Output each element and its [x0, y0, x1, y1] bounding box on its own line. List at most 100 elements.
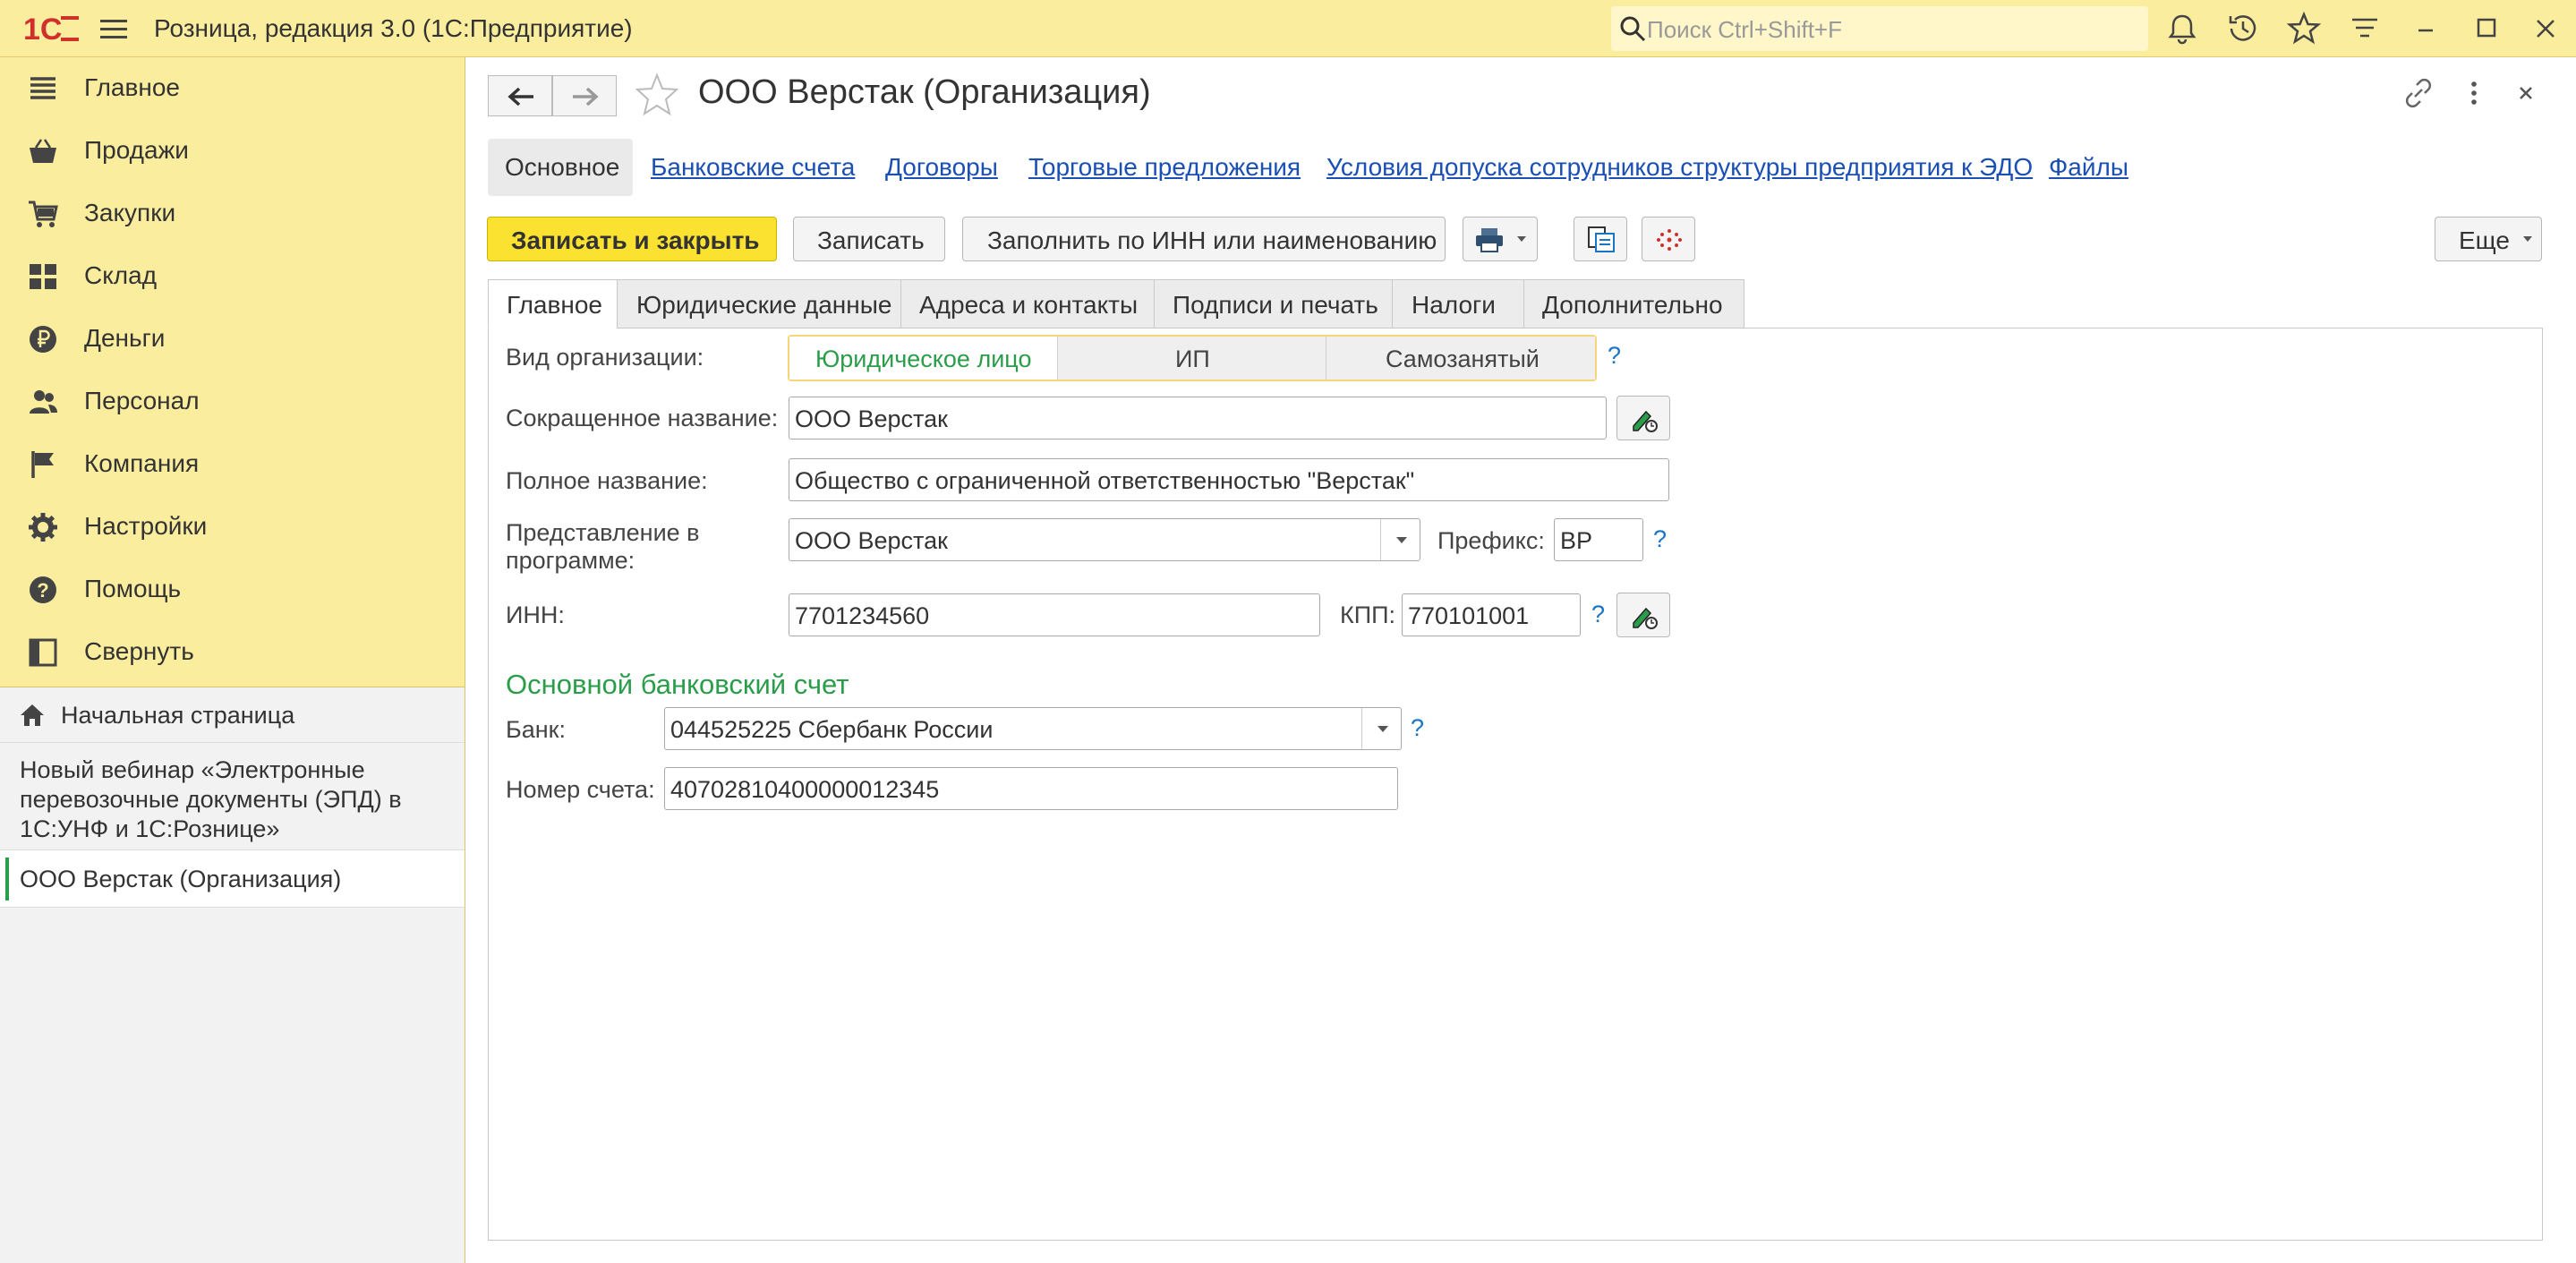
- tab-label: Главное: [507, 291, 602, 319]
- short-name-label: Сокращенное название:: [506, 405, 779, 431]
- tab-legal-data[interactable]: Юридические данные: [617, 279, 901, 329]
- bank-label: Банк:: [506, 716, 566, 743]
- search-icon: [1620, 16, 1646, 42]
- structure-button[interactable]: [1642, 217, 1695, 261]
- edit-history-icon: [1633, 607, 1658, 629]
- display-label: Представление в программе:: [506, 519, 700, 574]
- sidebar-item-label: Настройки: [84, 512, 208, 540]
- kpp-input[interactable]: 770101001: [1402, 593, 1581, 636]
- org-type-ip[interactable]: ИП: [1058, 337, 1326, 380]
- fill-by-inn-label: Заполнить по ИНН или наименованию: [987, 226, 1437, 254]
- bank-help[interactable]: ?: [1411, 714, 1424, 742]
- basket-icon: [30, 139, 56, 163]
- link-icon[interactable]: [2399, 73, 2438, 113]
- tab-additional[interactable]: Дополнительно: [1523, 279, 1744, 329]
- sidebar-item-help[interactable]: ? Помощь: [0, 559, 465, 621]
- open-window-home[interactable]: Начальная страница: [0, 687, 465, 743]
- close-form-icon[interactable]: [2506, 73, 2546, 113]
- prefix-value: ВР: [1560, 527, 1593, 554]
- org-type-selector: Юридическое лицо ИП Самозанятый: [788, 335, 1597, 381]
- section-main[interactable]: Основное: [488, 139, 633, 196]
- short-name-value: ООО Верстак: [795, 405, 948, 432]
- sidebar-item-company[interactable]: Компания: [0, 433, 465, 496]
- open-window-current[interactable]: ООО Верстак (Организация): [0, 850, 465, 908]
- save-and-close-button[interactable]: Записать и закрыть: [487, 217, 777, 261]
- section-edo-access-link[interactable]: Условия допуска сотрудников структуры пр…: [1326, 153, 2033, 182]
- sidebar-item-collapse[interactable]: Свернуть: [0, 621, 465, 684]
- minimize-icon[interactable]: [2406, 9, 2445, 48]
- full-name-input[interactable]: Общество с ограниченной ответственностью…: [789, 458, 1669, 501]
- tab-signatures[interactable]: Подписи и печать: [1154, 279, 1393, 329]
- short-name-input[interactable]: ООО Верстак: [789, 397, 1607, 439]
- search-input[interactable]: Поиск Ctrl+Shift+F: [1611, 6, 2148, 51]
- favorite-star-icon[interactable]: [634, 72, 680, 118]
- chevron-down-icon[interactable]: [1361, 708, 1401, 749]
- more-label: Еще: [2459, 226, 2510, 254]
- maximize-icon[interactable]: [2467, 9, 2506, 48]
- close-icon[interactable]: [2526, 9, 2565, 48]
- org-type-self-employed[interactable]: Самозанятый: [1326, 337, 1595, 380]
- main-menu-icon[interactable]: [98, 13, 131, 45]
- account-value: 40702810400000012345: [670, 776, 940, 803]
- svg-text:1С: 1С: [23, 13, 62, 47]
- sidebar-item-settings[interactable]: Настройки: [0, 496, 465, 559]
- sidebar-item-label: Деньги: [84, 324, 166, 352]
- kpp-edit-button[interactable]: [1616, 593, 1670, 637]
- tab-taxes[interactable]: Налоги: [1392, 279, 1524, 329]
- sidebar-item-main[interactable]: Главное: [0, 57, 465, 120]
- tab-label: Адреса и контакты: [919, 291, 1139, 319]
- help-icon: ?: [30, 576, 56, 603]
- section-files-link[interactable]: Файлы: [2049, 153, 2128, 182]
- more-button[interactable]: Еще: [2435, 217, 2542, 261]
- print-button[interactable]: [1463, 217, 1538, 261]
- tab-label: Юридические данные: [636, 291, 892, 319]
- printer-icon: [1476, 228, 1503, 252]
- chevron-down-icon: [2523, 236, 2532, 242]
- bank-value: 044525225 Сбербанк России: [670, 716, 994, 743]
- kpp-value: 770101001: [1408, 602, 1530, 629]
- save-and-close-label: Записать и закрыть: [511, 226, 760, 254]
- collapse-icon: [29, 638, 57, 667]
- sidebar-item-purchases[interactable]: Закупки: [0, 183, 465, 245]
- section-bank-accounts-link[interactable]: Банковские счета: [651, 153, 855, 182]
- history-icon[interactable]: [2223, 9, 2263, 48]
- home-icon: [21, 704, 44, 726]
- bank-select[interactable]: 044525225 Сбербанк России: [664, 707, 1402, 750]
- sidebar-item-warehouse[interactable]: Склад: [0, 245, 465, 308]
- kpp-help[interactable]: ?: [1591, 601, 1605, 628]
- documents-button[interactable]: [1574, 217, 1627, 261]
- sidebar-item-sales[interactable]: Продажи: [0, 120, 465, 183]
- back-button[interactable]: [488, 75, 552, 116]
- section-contracts-link[interactable]: Договоры: [885, 153, 998, 182]
- section-main-label: Основное: [505, 153, 620, 181]
- tab-addresses[interactable]: Адреса и контакты: [900, 279, 1155, 329]
- display-select[interactable]: ООО Верстак: [789, 518, 1420, 561]
- sidebar-item-money[interactable]: Деньги: [0, 308, 465, 371]
- chevron-down-icon[interactable]: [1380, 519, 1420, 560]
- favorites-icon[interactable]: [2284, 9, 2324, 48]
- inn-input[interactable]: 7701234560: [789, 593, 1320, 636]
- list-icon: [30, 77, 55, 99]
- org-type-help[interactable]: ?: [1608, 342, 1621, 370]
- functions-menu-icon[interactable]: [2345, 9, 2384, 48]
- tab-main[interactable]: Главное: [488, 279, 618, 329]
- section-trade-offers-link[interactable]: Торговые предложения: [1028, 153, 1301, 182]
- org-type-legal-entity[interactable]: Юридическое лицо: [789, 337, 1058, 380]
- prefix-input[interactable]: ВР: [1554, 518, 1643, 561]
- bank-group-title: Основной банковский счет: [506, 669, 849, 700]
- tab-label: Дополнительно: [1542, 291, 1723, 319]
- sidebar-item-label: Персонал: [84, 387, 200, 414]
- prefix-help[interactable]: ?: [1653, 525, 1667, 553]
- open-window-webinar[interactable]: Новый вебинар «Электронные перевозочные …: [0, 743, 465, 850]
- svg-text:?: ?: [37, 579, 48, 602]
- forward-button[interactable]: [552, 75, 617, 116]
- short-name-edit-button[interactable]: [1616, 396, 1670, 440]
- flag-icon: [31, 451, 54, 478]
- tab-label: Подписи и печать: [1173, 291, 1378, 319]
- bell-icon[interactable]: [2162, 9, 2202, 48]
- more-actions-icon[interactable]: [2454, 73, 2494, 113]
- save-button[interactable]: Записать: [793, 217, 945, 261]
- fill-by-inn-button[interactable]: Заполнить по ИНН или наименованию: [962, 217, 1446, 261]
- account-input[interactable]: 40702810400000012345: [664, 767, 1398, 810]
- sidebar-item-personnel[interactable]: Персонал: [0, 371, 465, 433]
